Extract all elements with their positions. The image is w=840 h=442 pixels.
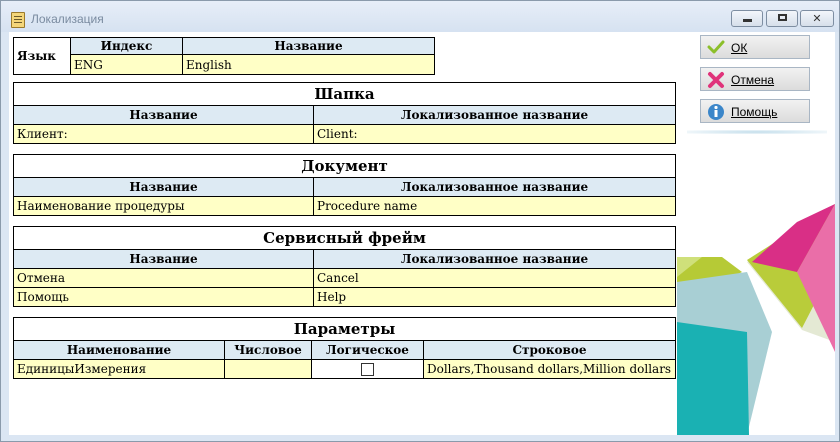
close-button[interactable]: ✕ bbox=[800, 10, 834, 27]
decorative-artwork bbox=[677, 204, 835, 435]
button-panel: ОК Отмена Помощь bbox=[677, 32, 835, 435]
section-title: Шапка bbox=[13, 82, 676, 106]
name-header: Название bbox=[182, 36, 435, 56]
column-header: Название bbox=[13, 177, 314, 197]
content-area: Язык Индекс Название ENG English Шапка Н… bbox=[9, 32, 677, 435]
header-section-table: Шапка Название Локализованное название К… bbox=[13, 82, 676, 144]
name-cell: Помощь bbox=[13, 287, 314, 307]
section-title: Документ bbox=[13, 154, 676, 178]
column-header: Локализованное название bbox=[313, 177, 676, 197]
logical-cell bbox=[311, 359, 424, 379]
column-header: Локализованное название bbox=[313, 105, 676, 125]
title-bar[interactable]: Локализация ✕ bbox=[1, 1, 839, 32]
column-header: Логическое bbox=[311, 340, 424, 360]
document-section-table: Документ Название Локализованное названи… bbox=[13, 154, 676, 216]
dialog-window: Локализация ✕ Язык Индекс Название ENG E… bbox=[0, 0, 840, 442]
language-table: Язык Индекс Название ENG English bbox=[13, 36, 435, 75]
name-cell[interactable]: English bbox=[182, 54, 435, 75]
index-cell[interactable]: ENG bbox=[70, 54, 183, 75]
column-header: Локализованное название bbox=[313, 249, 676, 269]
column-header: Название bbox=[13, 105, 314, 125]
index-header: Индекс bbox=[70, 36, 183, 56]
minimize-icon bbox=[743, 19, 752, 22]
section-title: Сервисный фрейм bbox=[13, 226, 676, 250]
localized-cell[interactable]: Cancel bbox=[313, 268, 676, 288]
maximize-button[interactable] bbox=[766, 10, 798, 27]
minimize-button[interactable] bbox=[731, 10, 763, 27]
localized-cell[interactable]: Client: bbox=[313, 124, 676, 144]
column-header: Наименование bbox=[13, 340, 225, 360]
parameters-section-table: Параметры Наименование Числовое Логическ… bbox=[13, 317, 676, 379]
window-title: Локализация bbox=[31, 12, 104, 26]
language-label: Язык bbox=[13, 37, 71, 75]
column-header: Название bbox=[13, 249, 314, 269]
service-frame-section-table: Сервисный фрейм Название Локализованное … bbox=[13, 226, 676, 307]
string-cell[interactable]: Dollars,Thousand dollars,Million dollars bbox=[423, 359, 676, 379]
localized-cell[interactable]: Procedure name bbox=[313, 196, 676, 216]
column-header: Числовое bbox=[224, 340, 312, 360]
name-cell: Наименование процедуры bbox=[13, 196, 314, 216]
parameter-name-cell: ЕдиницыИзмерения bbox=[13, 359, 225, 379]
name-cell: Отмена bbox=[13, 268, 314, 288]
section-title: Параметры bbox=[13, 317, 676, 341]
localized-cell[interactable]: Help bbox=[313, 287, 676, 307]
numeric-cell[interactable] bbox=[224, 359, 312, 379]
close-icon: ✕ bbox=[812, 12, 822, 25]
maximize-icon bbox=[778, 14, 787, 21]
name-cell: Клиент: bbox=[13, 124, 314, 144]
document-icon bbox=[11, 12, 25, 28]
logical-checkbox[interactable] bbox=[361, 363, 374, 376]
column-header: Строковое bbox=[423, 340, 676, 360]
